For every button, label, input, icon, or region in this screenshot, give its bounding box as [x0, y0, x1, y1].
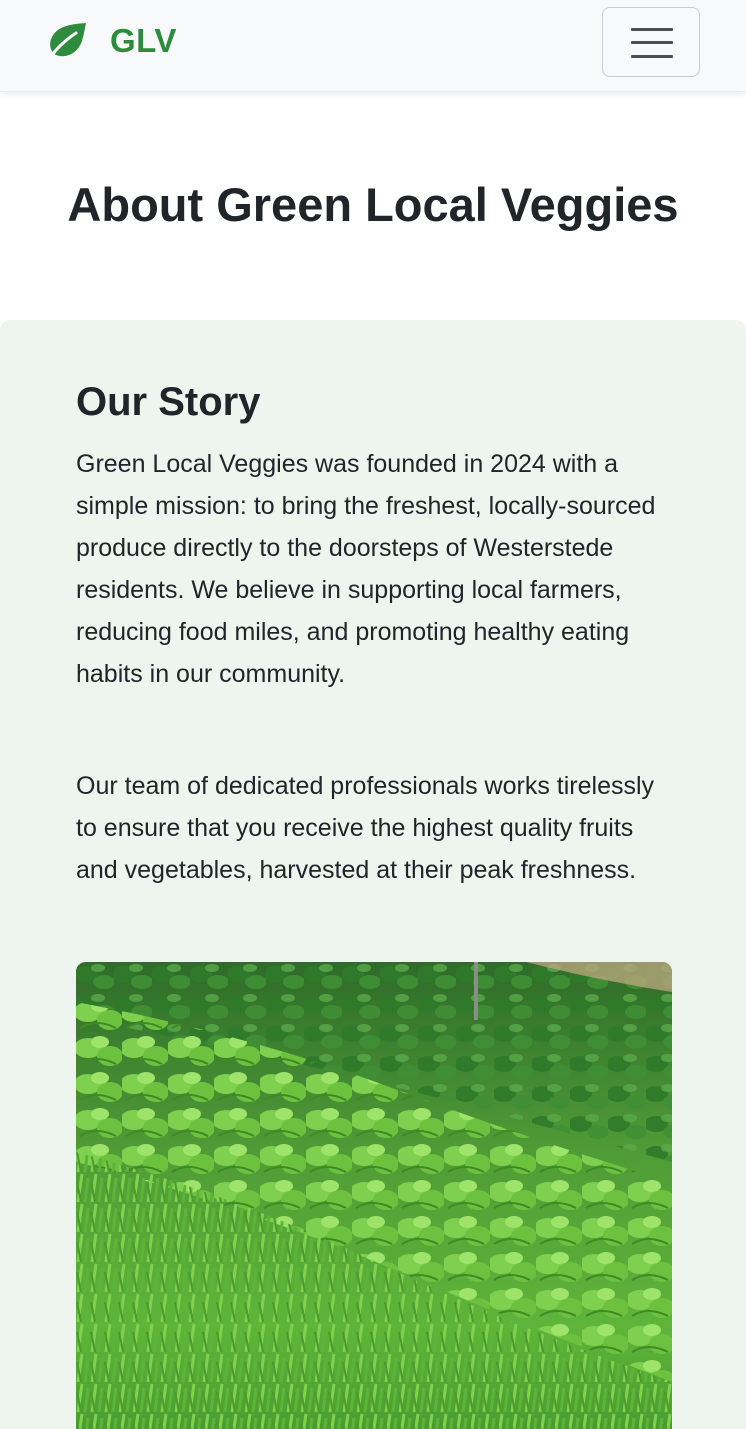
- our-story-section: Our Story Green Local Veggies was founde…: [0, 320, 746, 1429]
- navbar: GLV: [0, 0, 746, 92]
- menu-toggle-button[interactable]: [602, 7, 700, 77]
- hamburger-menu-icon: [631, 27, 673, 59]
- brand-link[interactable]: GLV: [46, 20, 177, 62]
- leaf-icon: [47, 23, 86, 61]
- section-heading: Our Story: [76, 380, 261, 424]
- vegetable-field-image: [76, 962, 672, 1429]
- brand-name: GLV: [110, 22, 177, 59]
- story-paragraph: Green Local Veggies was founded in 2024 …: [76, 450, 656, 688]
- page-title: About Green Local Veggies: [67, 178, 679, 231]
- story-paragraph: Our team of dedicated professionals work…: [76, 772, 655, 884]
